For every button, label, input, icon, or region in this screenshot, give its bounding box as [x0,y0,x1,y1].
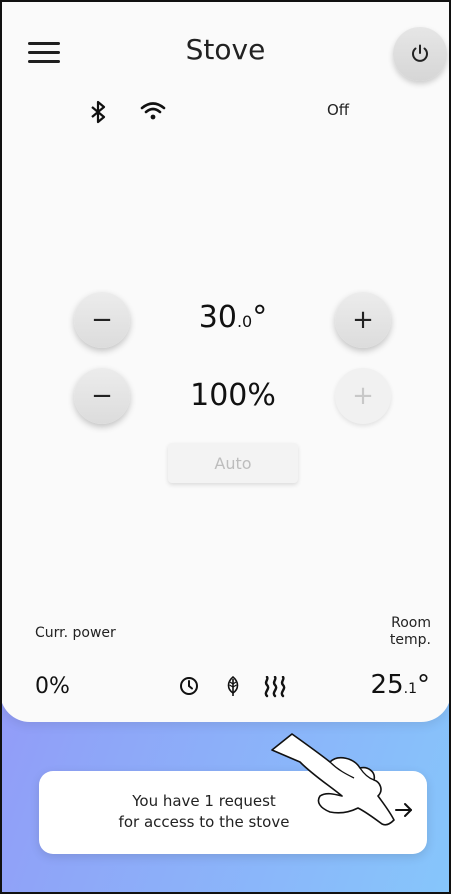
room-temp-label: Room temp. [389,615,431,648]
clock-icon [180,677,198,695]
leaf-icon [227,676,239,696]
minus-icon: − [91,305,113,335]
auto-button[interactable]: Auto [168,443,298,483]
current-power-label: Curr. power [35,625,116,641]
current-power-value: 0% [35,674,70,699]
plus-icon: + [352,305,374,335]
power-button[interactable] [393,27,447,81]
temperature-decrease-button[interactable]: − [74,292,130,348]
access-request-notification[interactable]: You have 1 request for access to the sto… [39,771,427,854]
wifi-icon [140,102,166,120]
power-icon [412,44,428,62]
heat-icon [264,676,286,698]
minus-icon: − [91,381,113,411]
arrow-right-icon[interactable] [393,799,415,821]
power-level-value: 100% [190,378,276,413]
plus-icon: + [352,381,374,411]
page-title: Stove [185,33,266,66]
target-temperature: 30.0° [198,300,268,335]
bluetooth-icon [91,100,106,124]
power-decrease-button[interactable]: − [74,368,130,424]
connection-status: Off [327,101,350,119]
temperature-increase-button[interactable]: + [335,292,391,348]
notification-text: You have 1 request for access to the sto… [118,792,290,831]
room-temp-value: 25.1° [370,670,430,700]
power-increase-button[interactable]: + [335,368,391,424]
stove-control-card: Stove Off − 30.0° + − 100% + Auto Curr. … [0,0,451,722]
